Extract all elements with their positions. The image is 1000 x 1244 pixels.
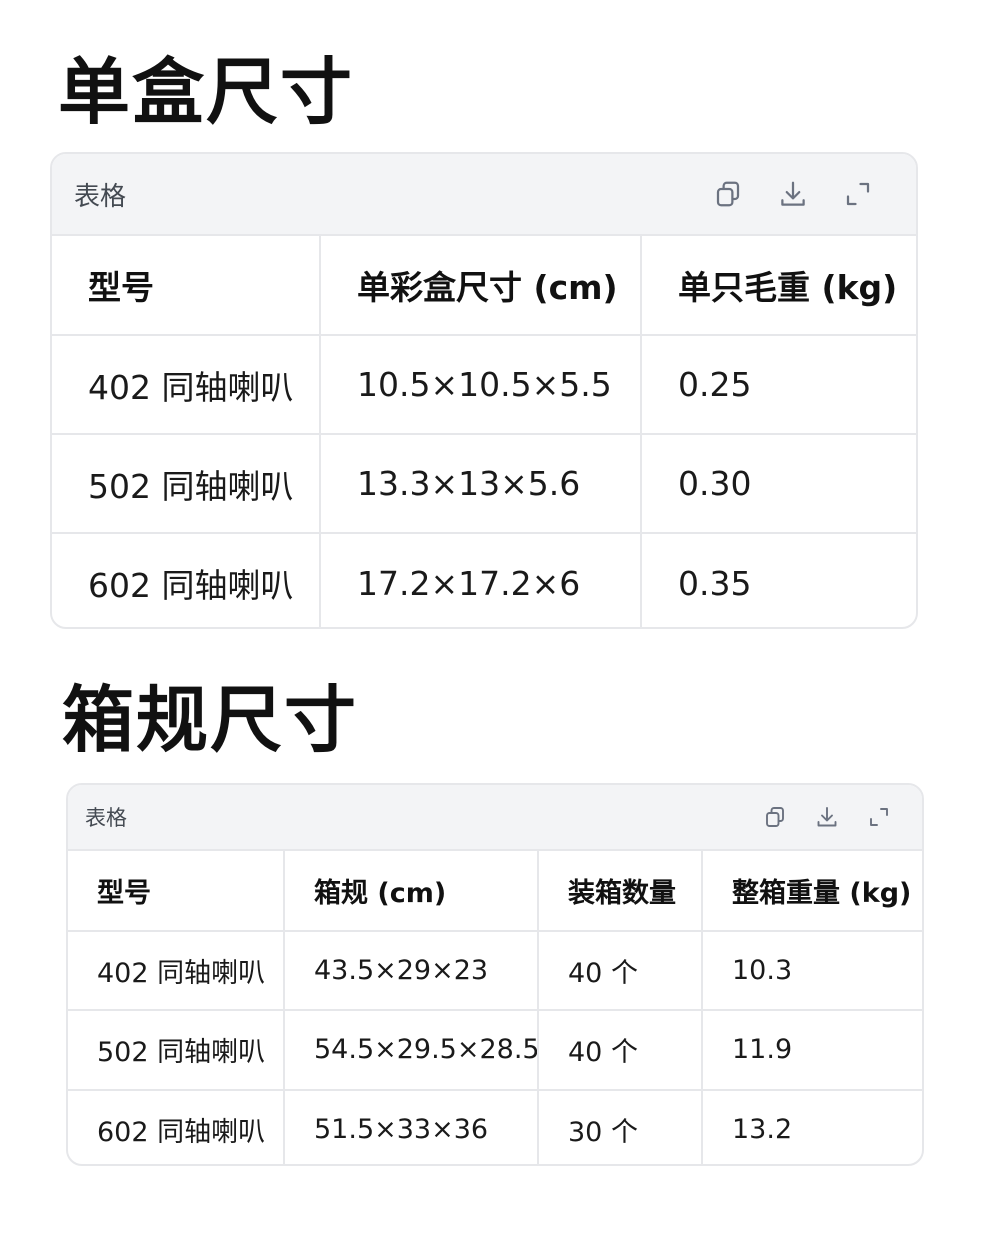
table-row: 602 同轴喇叭 17.2×17.2×6 0.35 — [52, 533, 916, 627]
column-header-gross-weight: 单只毛重 (kg) — [641, 236, 916, 336]
cell-gross-weight: 0.35 — [678, 563, 752, 603]
cell-pack-quantity: 40 个 — [538, 930, 703, 1011]
column-header-carton-weight: 整箱重量 (kg) — [702, 851, 922, 932]
table-card-header: 表格 — [52, 154, 916, 236]
column-header-pack-quantity: 装箱数量 — [538, 851, 703, 932]
copy-icon[interactable] — [758, 800, 792, 834]
table-header-row: 型号 箱规 (cm) 装箱数量 整箱重量 (kg) — [68, 851, 922, 932]
table-card-header: 表格 — [68, 785, 922, 851]
carton-size-table: 型号 箱规 (cm) 装箱数量 整箱重量 (kg) 402 同轴喇叭 43.5×… — [68, 851, 922, 1164]
cell-model: 402 同轴喇叭 — [68, 930, 285, 1011]
table-row: 502 同轴喇叭 54.5×29.5×28.5 40 个 11.9 — [68, 1010, 922, 1091]
download-icon[interactable] — [810, 800, 844, 834]
cell-model: 602 同轴喇叭 — [68, 1089, 285, 1164]
download-icon[interactable] — [771, 172, 815, 216]
cell-pack-quantity: 30 个 — [538, 1089, 703, 1164]
column-header-box-size: 单彩盒尺寸 (cm) — [320, 236, 642, 336]
section-title-carton-size: 箱规尺寸 — [62, 678, 359, 762]
cell-carton-size: 43.5×29×23 — [284, 930, 539, 1011]
copy-icon[interactable] — [706, 172, 750, 216]
cell-gross-weight: 0.30 — [641, 434, 916, 534]
table-card-label: 表格 — [74, 181, 127, 212]
table-card-carton-size: 表格 型号 箱规 (cm) 装箱数量 整箱重量 (kg) 402 同轴喇叭 43… — [66, 783, 924, 1166]
expand-icon[interactable] — [862, 800, 896, 834]
table-row: 402 同轴喇叭 10.5×10.5×5.5 0.25 — [52, 335, 916, 435]
expand-icon[interactable] — [836, 172, 880, 216]
cell-model: 502 同轴喇叭 — [68, 1010, 285, 1091]
box-size-table: 型号 单彩盒尺寸 (cm) 单只毛重 (kg) 402 同轴喇叭 10.5×10… — [52, 236, 916, 627]
cell-box-size: 10.5×10.5×5.5 — [320, 335, 642, 435]
cell-carton-size: 54.5×29.5×28.5 — [284, 1010, 539, 1091]
table-row: 402 同轴喇叭 43.5×29×23 40 个 10.3 — [68, 930, 922, 1011]
column-header-model: 型号 — [52, 236, 321, 336]
table-header-row: 型号 单彩盒尺寸 (cm) 单只毛重 (kg) — [52, 236, 916, 336]
cell-model: 602 同轴喇叭 — [52, 533, 321, 627]
cell-box-size: 13.3×13×5.6 — [320, 434, 642, 534]
cell-carton-weight: 10.3 — [702, 930, 922, 1011]
cell-carton-weight: 11.9 — [702, 1010, 922, 1091]
table-row: 602 同轴喇叭 51.5×33×36 30 个 13.2 — [68, 1089, 922, 1164]
cell-model: 402 同轴喇叭 — [52, 335, 321, 435]
table-card-label: 表格 — [85, 806, 127, 830]
section-title-box-size: 单盒尺寸 — [58, 50, 355, 134]
column-header-carton-size: 箱规 (cm) — [284, 851, 539, 932]
cell-model: 502 同轴喇叭 — [52, 434, 321, 534]
cell-pack-quantity: 40 个 — [538, 1010, 703, 1091]
table-card-box-size: 表格 型号 单彩盒尺寸 (cm) 单只毛重 (kg) 402 同轴喇叭 10.5… — [50, 152, 918, 629]
column-header-model: 型号 — [68, 851, 285, 932]
cell-carton-size: 51.5×33×36 — [284, 1089, 539, 1164]
cell-gross-weight: 0.25 — [641, 335, 916, 435]
cell-carton-weight: 13.2 — [732, 1114, 793, 1146]
table-toolbar — [740, 800, 896, 834]
cell-box-size: 17.2×17.2×6 — [320, 533, 642, 627]
table-toolbar — [685, 172, 880, 216]
table-row: 502 同轴喇叭 13.3×13×5.6 0.30 — [52, 434, 916, 534]
